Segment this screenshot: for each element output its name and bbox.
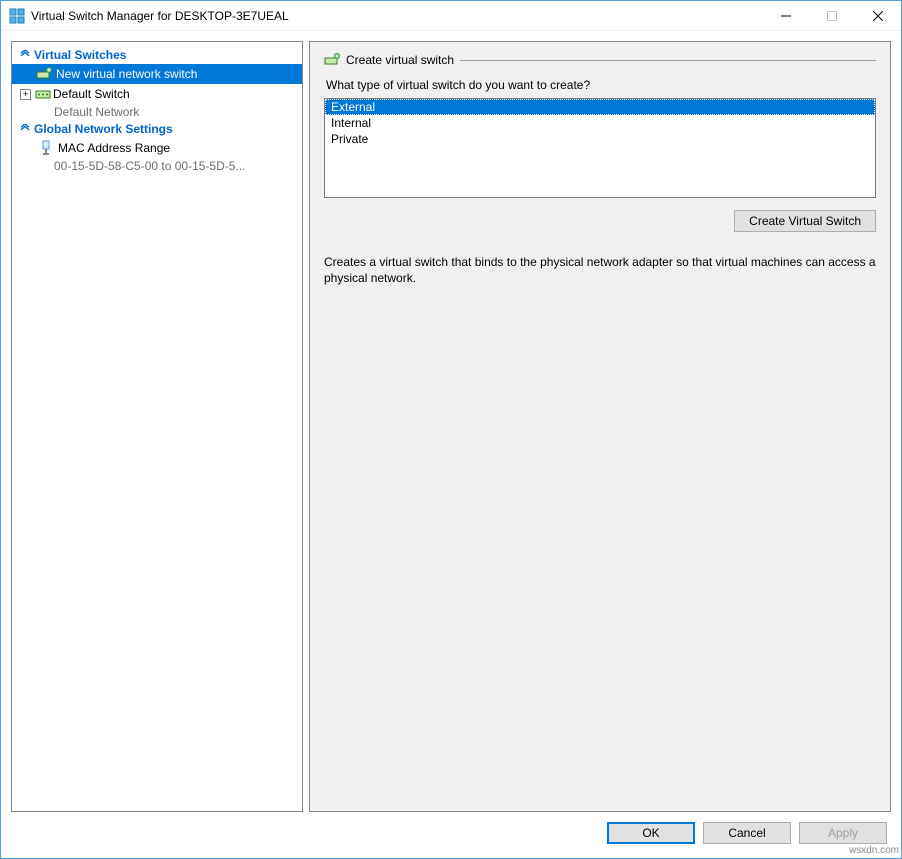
switch-add-icon [36, 66, 52, 82]
dialog-buttons: OK Cancel Apply [11, 812, 891, 848]
close-button[interactable] [855, 1, 901, 30]
tree-item-new-virtual-switch[interactable]: New virtual network switch [12, 64, 302, 84]
section-header: Create virtual switch [324, 52, 876, 68]
chevron-up-icon [20, 123, 30, 135]
option-internal[interactable]: Internal [325, 115, 875, 131]
app-icon [9, 8, 25, 24]
switch-icon [35, 86, 51, 102]
section-global-settings[interactable]: Global Network Settings [12, 120, 302, 138]
nic-icon [38, 140, 54, 156]
section-virtual-switches[interactable]: Virtual Switches [12, 46, 302, 64]
section-label: Global Network Settings [34, 122, 173, 136]
tree-item-default-switch-sub: Default Network [12, 104, 302, 120]
description-text: Creates a virtual switch that binds to t… [324, 254, 876, 286]
navigation-tree: Virtual Switches New virtual network swi… [11, 41, 303, 812]
separator [460, 60, 876, 61]
tree-item-label: MAC Address Range [58, 141, 170, 155]
tree-item-label: Default Switch [53, 87, 130, 101]
maximize-button[interactable] [809, 1, 855, 30]
chevron-up-icon [20, 49, 30, 61]
ok-button[interactable]: OK [607, 822, 695, 844]
switch-type-listbox[interactable]: External Internal Private [324, 98, 876, 198]
panels: Virtual Switches New virtual network swi… [11, 41, 891, 812]
expand-icon[interactable]: + [20, 89, 31, 100]
tree-item-mac-range-sub: 00-15-5D-58-C5-00 to 00-15-5D-5... [12, 158, 302, 174]
window-controls [763, 1, 901, 30]
create-virtual-switch-button[interactable]: Create Virtual Switch [734, 210, 876, 232]
tree-item-label: New virtual network switch [56, 67, 197, 81]
tree-item-mac-range[interactable]: MAC Address Range [12, 138, 302, 158]
cancel-button[interactable]: Cancel [703, 822, 791, 844]
details-panel: Create virtual switch What type of virtu… [309, 41, 891, 812]
create-button-row: Create Virtual Switch [324, 210, 876, 232]
section-label: Virtual Switches [34, 48, 126, 62]
tree-item-default-switch[interactable]: + Default Switch [12, 84, 302, 104]
minimize-button[interactable] [763, 1, 809, 30]
content-area: Virtual Switches New virtual network swi… [1, 31, 901, 858]
app-window: Virtual Switch Manager for DESKTOP-3E7UE… [0, 0, 902, 859]
section-title: Create virtual switch [346, 53, 454, 67]
prompt-text: What type of virtual switch do you want … [326, 78, 876, 92]
switch-add-icon [324, 52, 340, 68]
window-title: Virtual Switch Manager for DESKTOP-3E7UE… [31, 9, 763, 23]
option-private[interactable]: Private [325, 131, 875, 147]
watermark: wsxdn.com [849, 845, 899, 856]
apply-button: Apply [799, 822, 887, 844]
option-external[interactable]: External [325, 99, 875, 115]
titlebar: Virtual Switch Manager for DESKTOP-3E7UE… [1, 1, 901, 31]
